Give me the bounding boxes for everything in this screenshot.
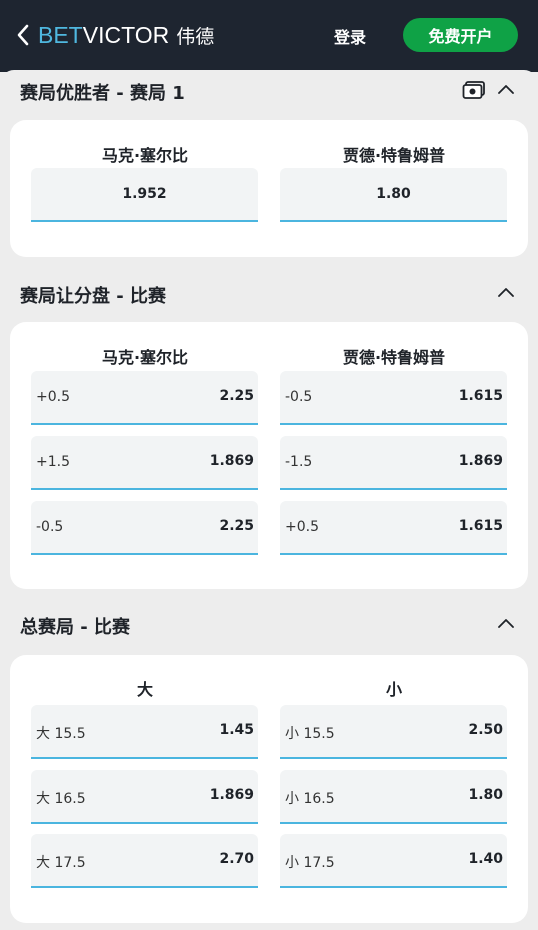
odds-button[interactable]: -0.5 2.25 [31, 501, 258, 555]
column-header: 贾德·特鲁姆普 [342, 348, 446, 367]
odds-line: 小 16.5 [285, 791, 335, 807]
odds-button[interactable]: +1.5 1.869 [31, 436, 258, 490]
odds-button[interactable]: 小 15.5 2.50 [280, 705, 507, 759]
odds-value: 2.25 [219, 518, 254, 534]
odds-line: -0.5 [36, 519, 64, 535]
odds-button[interactable]: 大 15.5 1.45 [31, 705, 258, 759]
logo-bet-text: BET [38, 21, 83, 48]
odds-line: +0.5 [36, 389, 70, 405]
odds-button[interactable]: 大 16.5 1.869 [31, 770, 258, 824]
odds-button[interactable]: -0.5 1.615 [280, 371, 507, 425]
odds-button[interactable]: 小 16.5 1.80 [280, 770, 507, 824]
odds-button[interactable]: 1.80 [280, 168, 507, 222]
odds-line: -0.5 [285, 389, 313, 405]
odds-value: 1.615 [458, 388, 503, 404]
cash-out-icon[interactable] [462, 80, 486, 100]
column-header-under: 小 [385, 680, 402, 699]
odds-button[interactable]: 1.952 [31, 168, 258, 222]
top-bar: BET VICTOR 伟德 登录 免费开户 [0, 0, 538, 72]
odds-value: 1.45 [219, 722, 254, 738]
login-button[interactable]: 登录 [334, 24, 366, 48]
odds-line: +1.5 [36, 454, 70, 470]
odds-value: 1.869 [209, 787, 254, 803]
odds-button[interactable]: -1.5 1.869 [280, 436, 507, 490]
odds-button[interactable]: +0.5 1.615 [280, 501, 507, 555]
market-card-frame-handicap: 马克·塞尔比 贾德·特鲁姆普 +0.5 2.25 -0.5 1.615 +1.5… [10, 322, 528, 589]
odds-value: 2.70 [219, 851, 254, 867]
odds-value: 1.80 [468, 787, 503, 803]
odds-value: 1.952 [122, 186, 167, 202]
odds-value: 1.869 [209, 453, 254, 469]
market-card-frame-winner: 马克·塞尔比 贾德·特鲁姆普 1.952 1.80 [10, 120, 528, 257]
odds-value: 1.80 [376, 186, 411, 202]
odds-value: 2.25 [219, 388, 254, 404]
betvictor-logo[interactable]: BET VICTOR 伟德 [38, 22, 214, 48]
odds-value: 1.869 [458, 453, 503, 469]
column-header: 贾德·特鲁姆普 [342, 146, 446, 165]
odds-line: 大 17.5 [36, 855, 86, 871]
odds-button[interactable]: 大 17.5 2.70 [31, 834, 258, 888]
section-title-frame-winner: 赛局优胜者 - 赛局 1 [20, 83, 185, 104]
odds-line: -1.5 [285, 454, 313, 470]
odds-button[interactable]: 小 17.5 1.40 [280, 834, 507, 888]
odds-line: 小 15.5 [285, 726, 335, 742]
register-button[interactable]: 免费开户 [403, 18, 518, 52]
section-title-frame-handicap: 赛局让分盘 - 比赛 [20, 286, 167, 307]
column-header: 马克·塞尔比 [101, 348, 189, 367]
logo-cn-text: 伟德 [176, 25, 215, 48]
collapse-chevron-icon[interactable] [496, 616, 516, 630]
odds-line: +0.5 [285, 519, 319, 535]
section-title-total-frames: 总赛局 - 比赛 [20, 617, 131, 638]
logo-victor-text: VICTOR [82, 21, 170, 48]
odds-line: 大 15.5 [36, 726, 86, 742]
collapse-chevron-icon[interactable] [496, 285, 516, 299]
odds-button[interactable]: +0.5 2.25 [31, 371, 258, 425]
back-chevron-icon[interactable] [14, 22, 34, 48]
odds-line: 大 16.5 [36, 791, 86, 807]
odds-line: 小 17.5 [285, 855, 335, 871]
odds-value: 1.40 [468, 851, 503, 867]
column-header-over: 大 [136, 680, 153, 699]
odds-value: 2.50 [468, 722, 503, 738]
market-card-total-frames: 大 小 大 15.5 1.45 小 15.5 2.50 大 16.5 1.869… [10, 655, 528, 923]
column-header: 马克·塞尔比 [101, 146, 189, 165]
odds-value: 1.615 [458, 518, 503, 534]
collapse-chevron-icon[interactable] [496, 82, 516, 96]
